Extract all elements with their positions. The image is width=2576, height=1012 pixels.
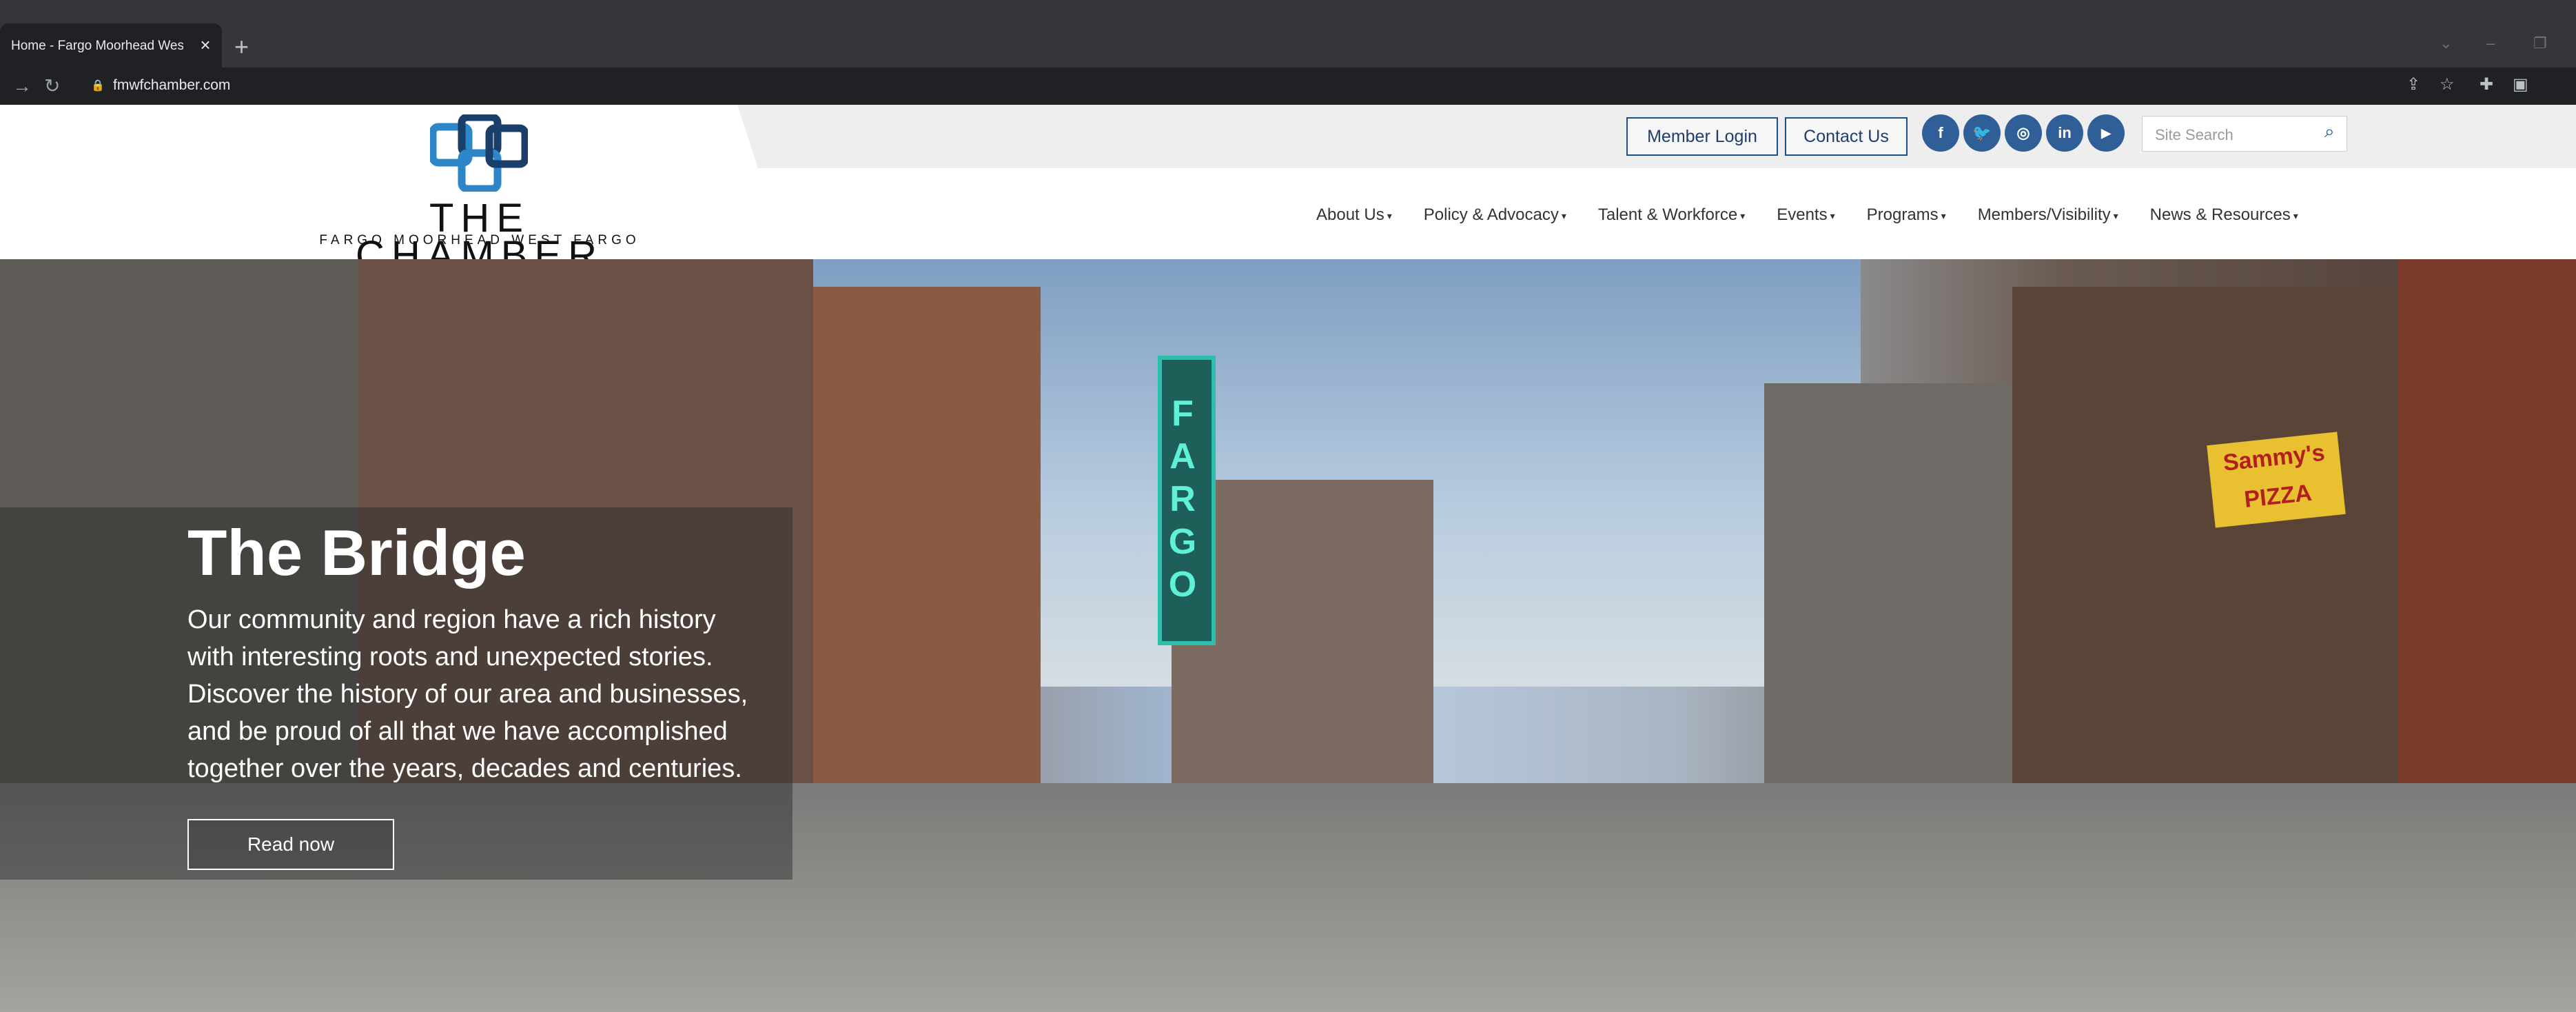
nav-policy-advocacy[interactable]: Policy & Advocacy ▾ bbox=[1424, 201, 1566, 229]
forward-icon[interactable]: → bbox=[12, 73, 32, 99]
youtube-icon[interactable]: ▶ bbox=[2087, 114, 2125, 152]
nav-members-visibility[interactable]: Members/Visibility ▾ bbox=[1978, 201, 2118, 229]
hero-description: Our community and region have a rich his… bbox=[187, 605, 748, 783]
nav-label: Talent & Workforce bbox=[1597, 205, 1738, 224]
chamber-logo-icon[interactable] bbox=[429, 113, 529, 193]
read-now-button[interactable]: Read now bbox=[187, 819, 394, 870]
nav-news-resources[interactable]: News & Resources ▾ bbox=[2150, 201, 2298, 229]
nav-label: About Us bbox=[1316, 205, 1384, 224]
nav-label: Members/Visibility bbox=[1977, 205, 2111, 224]
browser-tab[interactable]: Home - Fargo Moorhead West F × bbox=[0, 23, 222, 68]
site-header: THE CHAMBER FARGO MOORHEAD WEST FARGO Me… bbox=[0, 105, 2576, 276]
nav-events[interactable]: Events ▾ bbox=[1777, 201, 1834, 229]
side-panel-icon[interactable]: ▣ bbox=[2513, 74, 2528, 94]
nav-talent-workforce[interactable]: Talent & Workforce ▾ bbox=[1598, 201, 1745, 229]
browser-toolbar: → ↻ 🔒 fmwfchamber.com ⇪ ☆ ✚ ▣ bbox=[0, 68, 2576, 105]
tab-title: Home - Fargo Moorhead West F bbox=[11, 39, 183, 53]
hero-banner: FARGO Sammy's PIZZA The Bridge Our commu… bbox=[0, 259, 2576, 1012]
caret-down-icon: ▾ bbox=[2293, 210, 2298, 221]
share-icon[interactable]: ⇪ bbox=[2406, 74, 2420, 94]
nav-label: Policy & Advocacy bbox=[1423, 205, 1559, 224]
sammys-pizza-sign: Sammy's PIZZA bbox=[2207, 432, 2346, 528]
new-tab-button[interactable]: + bbox=[234, 34, 249, 59]
search-placeholder: Site Search bbox=[2155, 126, 2233, 143]
linkedin-icon[interactable]: in bbox=[2046, 114, 2083, 152]
caret-down-icon: ▾ bbox=[1740, 210, 1746, 221]
instagram-icon[interactable]: ◎ bbox=[2005, 114, 2042, 152]
browser-tabstrip: Home - Fargo Moorhead West F × + ⌄ – ❐ bbox=[0, 0, 2576, 68]
caret-down-icon: ▾ bbox=[1941, 210, 1946, 221]
bookmark-star-icon[interactable]: ☆ bbox=[2440, 74, 2455, 94]
extensions-icon[interactable]: ✚ bbox=[2480, 74, 2493, 94]
nav-label: News & Resources bbox=[2149, 205, 2291, 224]
minimize-icon[interactable]: – bbox=[2486, 34, 2495, 52]
nav-label: Programs bbox=[1866, 205, 1939, 224]
caret-down-icon: ▾ bbox=[1561, 210, 1566, 221]
lock-icon: 🔒 bbox=[91, 80, 105, 92]
nav-label: Events bbox=[1777, 205, 1828, 224]
restore-icon[interactable]: ❐ bbox=[2533, 34, 2547, 52]
hero-building bbox=[1764, 383, 2012, 811]
tab-close-icon[interactable]: × bbox=[197, 35, 214, 54]
reload-icon[interactable]: ↻ bbox=[44, 73, 60, 99]
nav-about-us[interactable]: About Us ▾ bbox=[1316, 201, 1392, 229]
url-text: fmwfchamber.com bbox=[113, 77, 231, 93]
search-icon[interactable]: ⌕ bbox=[2324, 121, 2345, 145]
caret-down-icon: ▾ bbox=[2113, 210, 2118, 221]
tab-search-icon[interactable]: ⌄ bbox=[2440, 34, 2452, 52]
site-search-input[interactable]: Site Search ⌕ bbox=[2142, 116, 2347, 152]
address-bar[interactable]: 🔒 fmwfchamber.com bbox=[77, 72, 2462, 101]
twitter-icon[interactable]: 🐦 bbox=[1963, 114, 2001, 152]
hero-building bbox=[813, 287, 1041, 824]
nav-programs[interactable]: Programs ▾ bbox=[1867, 201, 1946, 229]
fargo-theatre-sign: FARGO bbox=[1158, 356, 1216, 645]
logo-subtitle: FARGO MOORHEAD WEST FARGO bbox=[319, 233, 640, 247]
caret-down-icon: ▾ bbox=[1830, 210, 1835, 221]
contact-us-button[interactable]: Contact Us bbox=[1785, 117, 1908, 156]
main-navigation: About Us ▾ Policy & Advocacy ▾ Talent & Wo… bbox=[1316, 201, 2330, 229]
facebook-icon[interactable]: f bbox=[1922, 114, 1959, 152]
caret-down-icon: ▾ bbox=[1387, 210, 1392, 221]
member-login-button[interactable]: Member Login bbox=[1626, 117, 1778, 156]
hero-title: The Bridge bbox=[187, 516, 526, 589]
